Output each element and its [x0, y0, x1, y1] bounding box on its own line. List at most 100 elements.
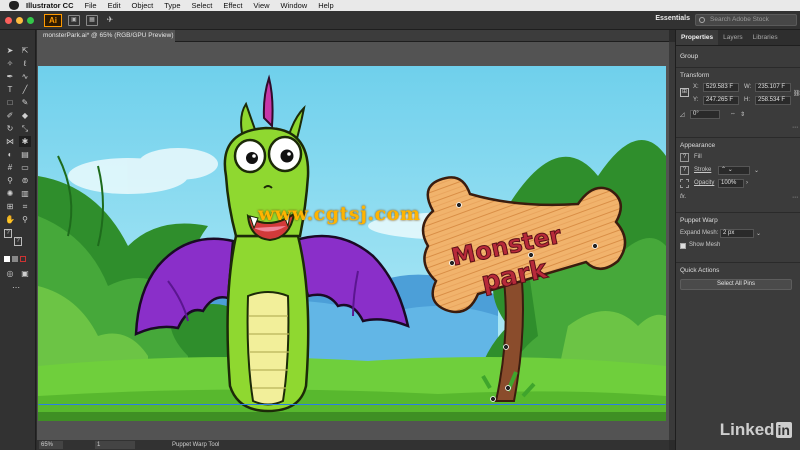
rotation-field[interactable]: 0° — [690, 110, 720, 119]
properties-panel: Properties Layers Libraries Group Transf… — [675, 30, 800, 450]
apple-icon[interactable] — [9, 1, 19, 10]
puppet-pin[interactable] — [449, 260, 455, 266]
width-tool-icon[interactable]: ⋈ — [4, 136, 16, 147]
document-tab[interactable]: monsterPark.ai* @ 65% (RGB/GPU Preview) — [37, 30, 175, 42]
height-field[interactable]: 258.534 F — [755, 96, 791, 105]
stroke-label[interactable]: Stroke — [694, 167, 711, 173]
w-label: W: — [744, 84, 752, 90]
arrange-documents-icon[interactable]: ▦ — [86, 14, 98, 26]
lasso-tool-icon[interactable]: ℓ — [19, 58, 31, 69]
paintbrush-tool-icon[interactable]: ✎ — [19, 97, 31, 108]
selection-tool-icon[interactable]: ➤ — [4, 45, 16, 56]
rectangle-tool-icon[interactable]: □ — [4, 97, 16, 108]
stroke-weight-field[interactable]: ⌃ ⌄ — [718, 166, 750, 175]
eyedropper-tool-icon[interactable]: ⚲ — [4, 175, 16, 186]
blend-tool-icon[interactable]: ⊚ — [19, 175, 31, 186]
line-tool-icon[interactable]: ╱ — [19, 84, 31, 95]
send-icon[interactable]: ✈ — [104, 15, 116, 26]
show-mesh-checkbox[interactable] — [680, 243, 686, 249]
zoom-window-button[interactable] — [27, 16, 34, 24]
stock-search-input[interactable]: Search Adobe Stock — [695, 14, 797, 26]
constrain-proportions-icon[interactable]: ⛓ — [793, 90, 800, 97]
eraser-tool-icon[interactable]: ◆ — [19, 110, 31, 121]
select-all-pins-button[interactable]: Select All Pins — [680, 279, 792, 290]
zoom-tool-icon[interactable]: ⚲ — [19, 214, 31, 225]
perspective-grid-tool-icon[interactable]: ▤ — [19, 149, 31, 160]
puppet-warp-tool-icon[interactable]: ✱ — [19, 136, 31, 147]
tab-libraries[interactable]: Libraries — [748, 30, 783, 45]
width-field[interactable]: 235.107 F — [755, 83, 791, 92]
artboard[interactable]: Monster park — [38, 66, 666, 421]
close-window-button[interactable] — [5, 16, 12, 24]
menu-file[interactable]: File — [85, 1, 97, 10]
curvature-tool-icon[interactable]: ∿ — [19, 71, 31, 82]
rotate-tool-icon[interactable]: ↻ — [4, 123, 16, 134]
search-icon — [699, 17, 705, 23]
edit-toolbar-icon[interactable]: ⋯ — [10, 282, 22, 293]
stroke-swatch-icon[interactable]: ? — [14, 237, 22, 246]
menu-view[interactable]: View — [253, 1, 269, 10]
minimize-window-button[interactable] — [16, 16, 23, 24]
shape-builder-tool-icon[interactable]: ◐ — [4, 149, 16, 160]
menu-edit[interactable]: Edit — [108, 1, 121, 10]
watermark-text: www.cgtsj.com — [258, 203, 421, 225]
menu-effect[interactable]: Effect — [223, 1, 242, 10]
fill-swatch-icon[interactable]: ? — [4, 229, 12, 238]
menu-window[interactable]: Window — [281, 1, 308, 10]
more-options-icon[interactable]: ⋯ — [792, 124, 798, 131]
gradient-mode-icon[interactable] — [12, 256, 18, 262]
reference-point-icon[interactable]: ⊞ — [680, 88, 689, 97]
gradient-tool-icon[interactable]: ▭ — [19, 162, 31, 173]
menu-help[interactable]: Help — [318, 1, 333, 10]
scale-tool-icon[interactable]: ⤡ — [19, 123, 31, 134]
opacity-label[interactable]: Opacity — [694, 180, 714, 186]
expand-mesh-field[interactable]: 2 px — [720, 229, 754, 238]
fx-button[interactable]: fx. — [680, 194, 686, 200]
color-mode-icon[interactable] — [4, 256, 10, 262]
screen-mode-icon[interactable]: ▣ — [19, 268, 31, 279]
column-graph-tool-icon[interactable]: ▥ — [19, 188, 31, 199]
stock-search-placeholder: Search Adobe Stock — [710, 16, 769, 23]
stroke-swatch-icon[interactable]: ? — [680, 166, 689, 175]
appearance-more-icon[interactable]: ⋯ — [792, 194, 798, 201]
opacity-dropdown-icon[interactable]: › — [746, 180, 748, 186]
artboard-tool-icon[interactable]: ⊞ — [4, 201, 16, 212]
x-position-field[interactable]: 529.583 F — [703, 83, 739, 92]
puppet-pin[interactable] — [490, 396, 496, 402]
selection-bounding-box — [38, 404, 666, 405]
menu-type[interactable]: Type — [164, 1, 180, 10]
puppet-pin[interactable] — [592, 243, 598, 249]
mesh-tool-icon[interactable]: # — [4, 162, 16, 173]
tab-layers[interactable]: Layers — [718, 30, 748, 45]
symbol-sprayer-tool-icon[interactable]: ✺ — [4, 188, 16, 199]
menu-object[interactable]: Object — [132, 1, 154, 10]
zoom-level-field[interactable]: 65% — [39, 441, 63, 449]
hand-tool-icon[interactable]: ✋ — [4, 214, 16, 225]
fill-swatch-icon[interactable]: ? — [680, 153, 689, 162]
y-position-field[interactable]: 247.265 F — [703, 96, 739, 105]
stroke-weight-dropdown-icon[interactable]: ⌄ — [754, 167, 759, 174]
draw-mode-icon[interactable]: ◎ — [4, 268, 16, 279]
type-tool-icon[interactable]: T — [4, 84, 16, 95]
workspace-switcher[interactable]: Essentials — [655, 15, 690, 22]
tab-properties[interactable]: Properties — [676, 30, 719, 45]
none-mode-icon[interactable] — [20, 256, 26, 262]
pen-tool-icon[interactable]: ✒ — [4, 71, 16, 82]
flip-vertical-icon[interactable]: ⇕ — [740, 111, 745, 118]
puppet-pin[interactable] — [456, 202, 462, 208]
artboard-navigator[interactable]: 1 — [95, 441, 135, 449]
puppet-pin[interactable] — [503, 344, 509, 350]
shaper-tool-icon[interactable]: ✐ — [4, 110, 16, 121]
expand-mesh-dropdown-icon[interactable]: ⌄ — [756, 230, 761, 237]
menu-select[interactable]: Select — [192, 1, 213, 10]
bridge-icon[interactable]: ▣ — [68, 14, 80, 26]
menu-app-name[interactable]: Illustrator CC — [26, 1, 74, 10]
puppet-pin[interactable] — [505, 385, 511, 391]
current-tool-readout[interactable]: Puppet Warp Tool — [172, 440, 219, 450]
puppet-pin[interactable] — [528, 252, 534, 258]
flip-horizontal-icon[interactable]: ⇔ — [730, 111, 736, 117]
direct-selection-tool-icon[interactable]: ⇱ — [19, 45, 31, 56]
opacity-field[interactable]: 100% — [718, 179, 744, 188]
magic-wand-tool-icon[interactable]: ✧ — [4, 58, 16, 69]
slice-tool-icon[interactable]: ⌗ — [19, 201, 31, 212]
